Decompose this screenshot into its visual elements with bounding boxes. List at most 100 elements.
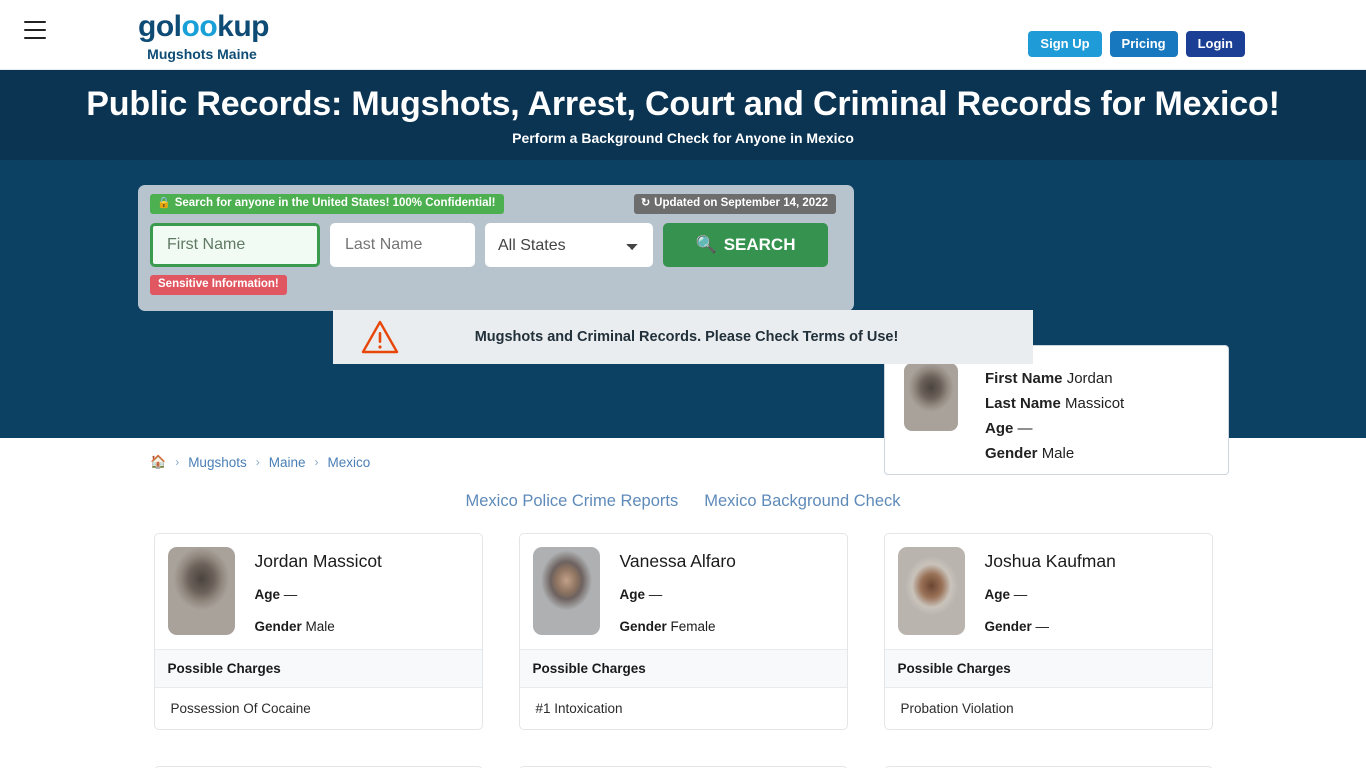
featured-first-name-row: First Name Jordan [985,366,1124,391]
result-gender-value: Male [305,619,335,634]
featured-person-avatar [904,363,958,431]
logo-subtitle: Mugshots Maine [147,46,257,62]
result-avatar [532,547,600,635]
warning-triangle-icon [361,320,399,354]
featured-age-row: Age — [985,416,1124,441]
logo-part-1: gol [138,10,182,43]
result-gender-label: Gender [619,619,667,634]
magnifier-icon: 🔍 [695,235,717,254]
search-form: All States 🔍 SEARCH [150,223,842,267]
hamburger-bar [24,21,46,23]
result-age-row: Age — [620,586,736,604]
main-content: 🏠 › Mugshots › Maine › Mexico Mexico Pol… [0,438,1366,768]
breadcrumb-separator: › [175,455,180,469]
confidential-badge: 🔒 Search for anyone in the United States… [150,194,504,214]
pricing-button[interactable]: Pricing [1109,31,1178,57]
refresh-icon: ↻ [640,197,651,209]
result-age-label: Age [984,587,1011,602]
sign-up-button[interactable]: Sign Up [1028,31,1102,57]
result-name: Jordan Massicot [254,551,382,571]
result-details: Vanessa Alfaro Age — Gender Female [620,547,736,636]
featured-last-name-value: Massicot [1065,395,1125,412]
result-age-row: Age — [985,586,1116,604]
possible-charges-header: Possible Charges [519,649,847,688]
result-gender-label: Gender [984,619,1032,634]
sensitive-information-badge: Sensitive Information! [150,275,287,295]
breadcrumb-separator: › [255,455,260,469]
result-card[interactable]: Joshua Kaufman Age — Gender — Possible C… [883,533,1213,730]
result-card[interactable]: Jordan Massicot Age — Gender Male Possib… [153,533,483,730]
result-avatar [897,547,965,635]
result-age-label: Age [619,587,646,602]
top-navigation-bar: golookup Mugshots Maine Sign Up Pricing … [0,0,1366,70]
updated-badge: ↻ Updated on September 14, 2022 [633,194,836,214]
featured-person-details: First Name Jordan Last Name Massicot Age… [985,363,1124,466]
breadcrumb-separator: › [314,455,319,469]
result-gender-row: Gender Female [620,618,736,636]
result-gender-value: Female [670,619,716,634]
result-card-header: Jordan Massicot Age — Gender Male [155,534,482,649]
featured-age-label: Age [985,420,1014,437]
results-grid: Jordan Massicot Age — Gender Male Possib… [0,533,1366,768]
confidential-badge-label: Search for anyone in the United States! … [174,197,496,209]
featured-age-value: — [1017,420,1033,437]
result-age-value: — [648,587,663,602]
result-age-value: — [283,587,298,602]
result-name: Vanessa Alfaro [619,551,736,571]
result-gender-value: — [1035,619,1050,634]
search-button[interactable]: 🔍 SEARCH [663,223,828,267]
result-card-header: Joshua Kaufman Age — Gender — [885,534,1212,649]
charge-item: Probation Violation [900,701,1014,716]
featured-first-name-value: Jordan [1066,370,1113,387]
login-button[interactable]: Login [1185,31,1245,57]
featured-person-card[interactable]: First Name Jordan Last Name Massicot Age… [884,345,1229,475]
result-gender-label: Gender [254,619,302,634]
result-gender-row: Gender Male [255,618,382,636]
hamburger-bar [24,37,46,39]
possible-charges-header: Possible Charges [884,649,1212,688]
page-subtitle: Perform a Background Check for Anyone in… [512,130,854,146]
result-card-header: Vanessa Alfaro Age — Gender Female [520,534,847,649]
result-age-label: Age [254,587,281,602]
site-logo[interactable]: golookup Mugshots Maine [138,10,269,62]
featured-gender-row: Gender Male [985,441,1124,466]
state-select[interactable]: All States [485,223,653,267]
home-icon[interactable]: 🏠 [150,454,166,470]
charge-item: #1 Intoxication [535,701,623,716]
result-age-value: — [1013,587,1028,602]
quick-links: Mexico Police Crime Reports Mexico Backg… [0,492,1366,511]
result-avatar [167,547,235,635]
terms-of-use-alert: Mugshots and Criminal Records. Please Ch… [333,310,1033,364]
featured-last-name-row: Last Name Massicot [985,391,1124,416]
search-panel: 🔒 Search for anyone in the United States… [138,185,854,311]
result-card[interactable]: Vanessa Alfaro Age — Gender Female Possi… [518,533,848,730]
result-age-row: Age — [255,586,382,604]
breadcrumb-item-maine[interactable]: Maine [269,455,306,470]
last-name-input[interactable] [330,223,475,267]
search-panel-badges: 🔒 Search for anyone in the United States… [150,194,842,214]
link-police-crime-reports[interactable]: Mexico Police Crime Reports [466,492,679,511]
result-gender-row: Gender — [985,618,1116,636]
updated-badge-label: Updated on September 14, 2022 [654,197,828,209]
search-button-label: SEARCH [723,235,796,254]
hamburger-menu-icon[interactable] [24,21,46,39]
featured-first-name-label: First Name [985,370,1063,387]
logo-wordmark: golookup [138,10,269,44]
featured-last-name-label: Last Name [985,395,1061,412]
logo-part-3: kup [217,10,269,43]
hero-section: 🔒 Search for anyone in the United States… [0,160,1366,475]
breadcrumb-item-mexico[interactable]: Mexico [328,455,371,470]
result-details: Joshua Kaufman Age — Gender — [985,547,1116,636]
first-name-input[interactable] [150,223,320,267]
link-background-check[interactable]: Mexico Background Check [704,492,900,511]
page-title: Public Records: Mugshots, Arrest, Court … [86,85,1280,123]
breadcrumb-item-mugshots[interactable]: Mugshots [188,455,247,470]
lock-icon: 🔒 [157,197,171,209]
charge-item: Possession Of Cocaine [170,701,311,716]
featured-gender-label: Gender [985,445,1038,462]
page-title-band: Public Records: Mugshots, Arrest, Court … [0,70,1366,160]
alert-message: Mugshots and Criminal Records. Please Ch… [474,329,899,345]
logo-part-2: oo [181,10,218,43]
result-name: Joshua Kaufman [984,551,1116,571]
hamburger-bar [24,29,46,31]
